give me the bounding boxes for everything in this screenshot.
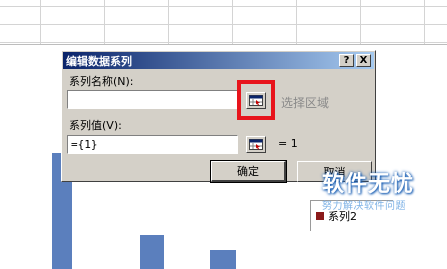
edit-series-dialog: 编辑数据系列 ? X 系列名称(N): 选择区域 系列值(V): = 1 确定 … xyxy=(61,50,376,183)
series-value-input[interactable] xyxy=(67,135,238,154)
chart-bar xyxy=(140,235,164,269)
series-value-range-picker-button[interactable] xyxy=(246,136,266,153)
watermark-subtitle: 努力解决软件问题 xyxy=(322,201,406,212)
dialog-title: 编辑数据系列 xyxy=(66,54,132,68)
watermark-logo: 软件无忧 努力解决软件问题 xyxy=(322,166,442,212)
watermark-title: 软件无忧 xyxy=(322,172,415,197)
range-picker-highlight xyxy=(237,80,275,120)
series-value-preview: = 1 xyxy=(278,137,298,150)
select-region-hint: 选择区域 xyxy=(281,96,330,110)
series-value-label: 系列值(V): xyxy=(69,119,122,132)
chart-bar xyxy=(210,250,236,269)
help-button[interactable]: ? xyxy=(339,54,354,67)
close-button[interactable]: X xyxy=(356,54,371,67)
series-name-label: 系列名称(N): xyxy=(69,75,134,88)
legend-swatch xyxy=(316,212,324,220)
range-picker-icon xyxy=(249,139,263,150)
ok-button[interactable]: 确定 xyxy=(210,160,287,183)
dialog-titlebar[interactable]: 编辑数据系列 ? X xyxy=(63,52,374,69)
series-name-input[interactable] xyxy=(67,90,238,109)
